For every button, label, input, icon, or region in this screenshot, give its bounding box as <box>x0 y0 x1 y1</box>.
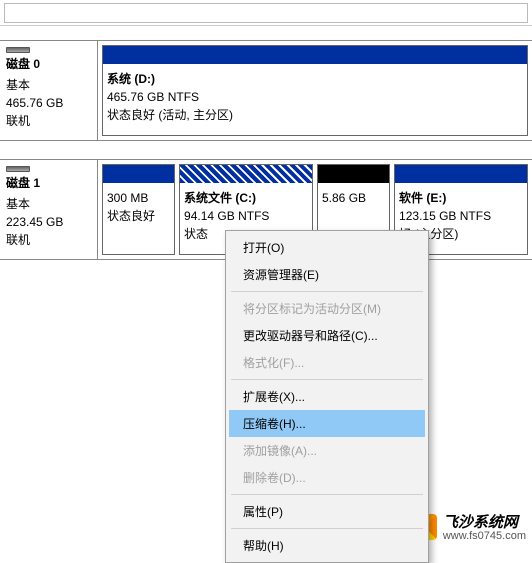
menu-explorer[interactable]: 资源管理器(E) <box>229 261 425 288</box>
menu-separator <box>231 528 423 529</box>
partition-header <box>103 46 527 64</box>
menu-delete: 删除卷(D)... <box>229 464 425 491</box>
path-input[interactable] <box>4 3 528 23</box>
disk-status: 联机 <box>6 112 91 130</box>
partition-size: 123.15 GB NTFS <box>399 207 523 225</box>
context-menu: 打开(O) 资源管理器(E) 将分区标记为活动分区(M) 更改驱动器号和路径(C… <box>225 230 429 563</box>
address-bar <box>0 0 532 26</box>
disk-title: 磁盘 1 <box>6 174 91 191</box>
partition-label: 系统 (D:) <box>107 70 523 88</box>
disk-info-0: 磁盘 0 基本 465.76 GB 联机 <box>0 41 98 140</box>
menu-separator <box>231 291 423 292</box>
disk-size: 465.76 GB <box>6 94 91 112</box>
disk-icon <box>6 166 30 172</box>
partitions-0: 系统 (D:) 465.76 GB NTFS 状态良好 (活动, 主分区) <box>98 41 532 140</box>
partition-size: 5.86 GB <box>322 189 385 207</box>
menu-add-mirror: 添加镜像(A)... <box>229 437 425 464</box>
disk-status: 联机 <box>6 231 91 249</box>
disk-row-0: 磁盘 0 基本 465.76 GB 联机 系统 (D:) 465.76 GB N… <box>0 40 532 141</box>
menu-properties[interactable]: 属性(P) <box>229 498 425 525</box>
partition-label: 系统文件 (C:) <box>184 189 308 207</box>
menu-separator <box>231 494 423 495</box>
disk-type: 基本 <box>6 76 91 94</box>
disk-title: 磁盘 0 <box>6 55 91 72</box>
partition-d[interactable]: 系统 (D:) 465.76 GB NTFS 状态良好 (活动, 主分区) <box>102 45 528 136</box>
watermark-url: www.fs0745.com <box>443 530 526 542</box>
partition-recovery[interactable]: 300 MB 状态良好 <box>102 164 175 255</box>
disk-size: 223.45 GB <box>6 213 91 231</box>
menu-shrink[interactable]: 压缩卷(H)... <box>229 410 425 437</box>
partition-header <box>395 165 527 183</box>
menu-change-letter[interactable]: 更改驱动器号和路径(C)... <box>229 322 425 349</box>
menu-format: 格式化(F)... <box>229 349 425 376</box>
menu-open[interactable]: 打开(O) <box>229 234 425 261</box>
partition-label: 软件 (E:) <box>399 189 523 207</box>
partition-header <box>318 165 389 183</box>
disk-icon <box>6 47 30 53</box>
partition-header <box>103 165 174 183</box>
partition-header <box>180 165 312 183</box>
disk-info-1: 磁盘 1 基本 223.45 GB 联机 <box>0 160 98 259</box>
partition-size: 300 MB <box>107 189 170 207</box>
menu-extend[interactable]: 扩展卷(X)... <box>229 383 425 410</box>
disk-type: 基本 <box>6 195 91 213</box>
partition-state: 状态良好 (活动, 主分区) <box>107 106 523 124</box>
watermark-title: 飞沙系统网 <box>443 511 526 532</box>
menu-separator <box>231 379 423 380</box>
partition-state: 状态良好 <box>107 207 170 225</box>
partition-size: 465.76 GB NTFS <box>107 88 523 106</box>
partition-size: 94.14 GB NTFS <box>184 207 308 225</box>
menu-mark-active: 将分区标记为活动分区(M) <box>229 295 425 322</box>
